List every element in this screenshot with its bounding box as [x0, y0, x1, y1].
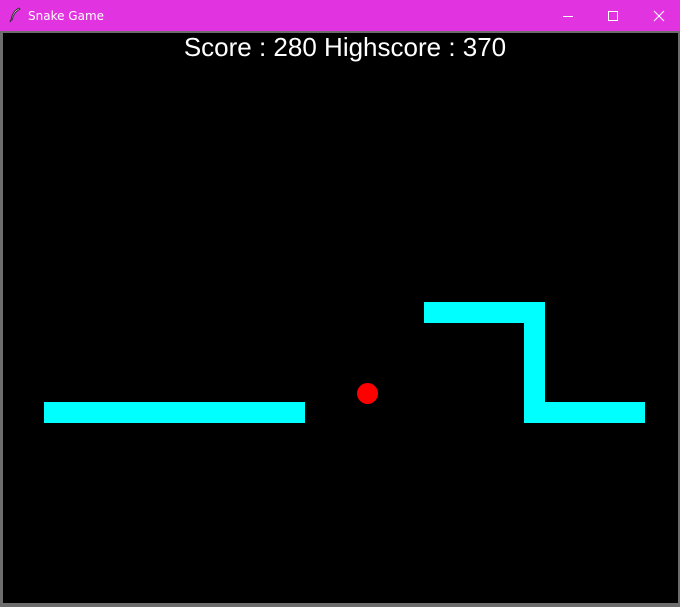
maximize-icon [607, 10, 619, 22]
close-button[interactable] [636, 0, 680, 31]
snake-segment [524, 402, 645, 423]
game-window: Snake Game Score : 280 Highscore : 370 [0, 0, 680, 607]
snake-segment [44, 402, 305, 423]
title-bar[interactable]: Snake Game [0, 0, 680, 31]
window-title: Snake Game [28, 9, 105, 23]
score-display: Score : 280 Highscore : 370 [183, 33, 507, 62]
minimize-button[interactable] [545, 0, 591, 31]
minimize-icon [562, 10, 574, 22]
food-apple [357, 383, 378, 404]
close-icon [653, 10, 665, 22]
feather-icon [8, 7, 22, 23]
maximize-button[interactable] [590, 0, 636, 31]
game-canvas[interactable]: Score : 280 Highscore : 370 [3, 33, 678, 603]
